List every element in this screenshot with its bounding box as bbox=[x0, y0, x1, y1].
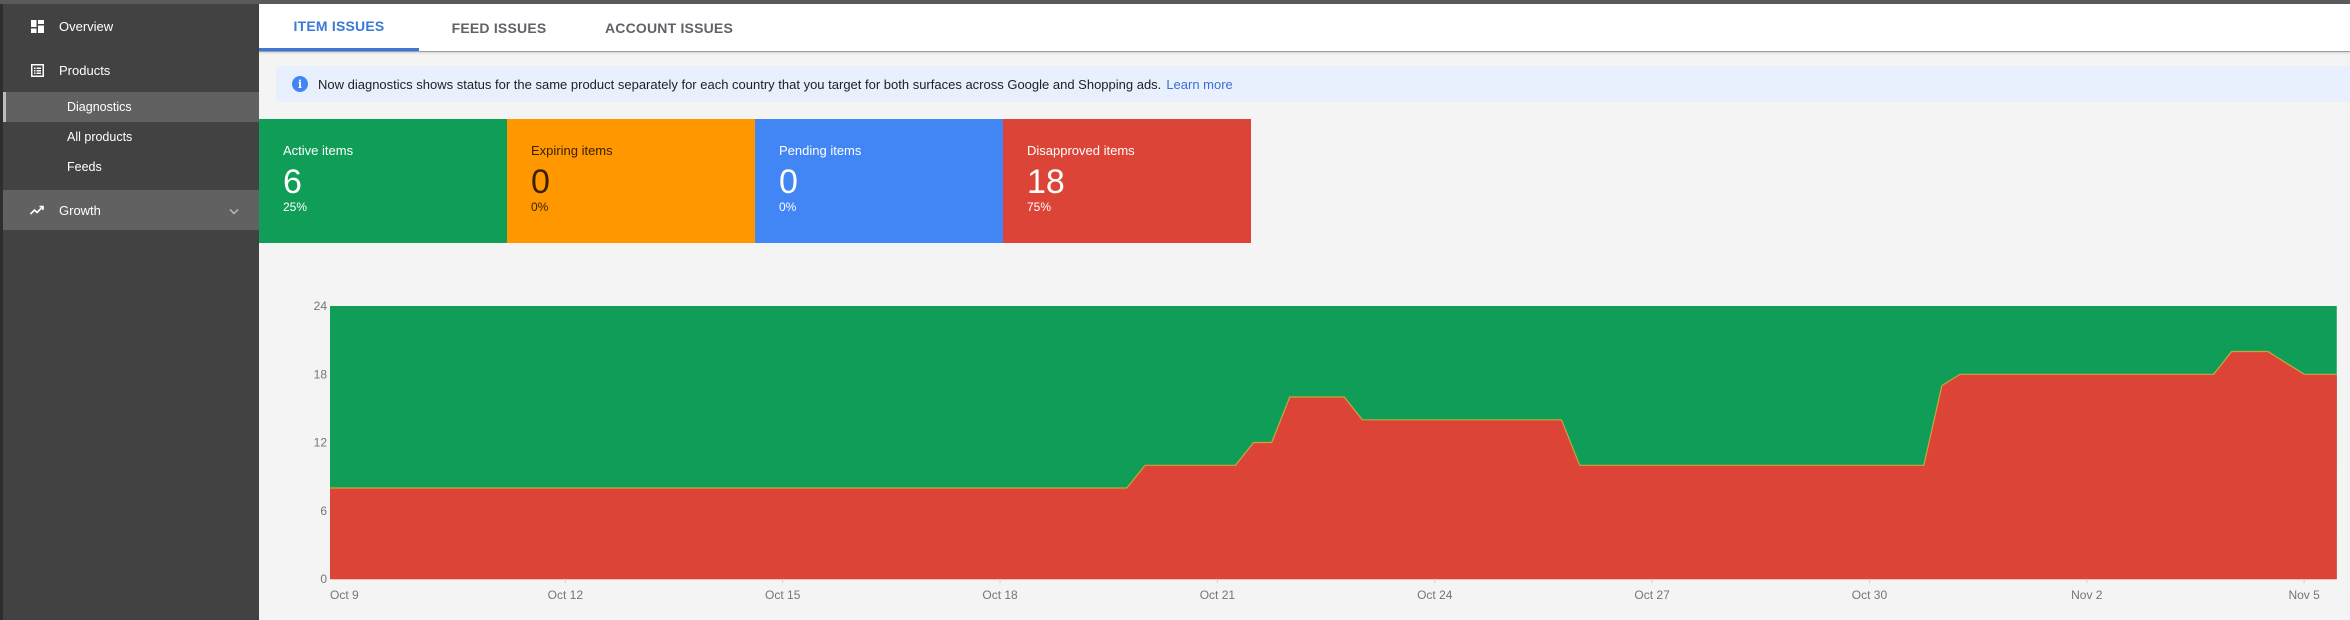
y-tick-label: 6 bbox=[320, 504, 327, 518]
sidebar-item-overview[interactable]: Overview bbox=[3, 4, 259, 48]
sidebar-item-label: Overview bbox=[59, 18, 114, 34]
sidebar-item-growth[interactable]: Growth bbox=[3, 190, 259, 230]
y-tick-label: 24 bbox=[314, 299, 328, 313]
tab-feed-issues[interactable]: FEED ISSUES bbox=[419, 4, 579, 51]
card-expiring-items[interactable]: Expiring items 0 0% bbox=[507, 119, 755, 243]
card-label: Expiring items bbox=[531, 143, 613, 158]
sidebar-subitem-diagnostics[interactable]: Diagnostics bbox=[3, 92, 259, 122]
card-label: Active items bbox=[283, 143, 354, 158]
main-content: ITEM ISSUES FEED ISSUES ACCOUNT ISSUES i… bbox=[259, 0, 2350, 620]
y-tick-label: 18 bbox=[314, 367, 328, 381]
dashboard-icon bbox=[29, 18, 45, 34]
window-top-border bbox=[0, 0, 2350, 4]
card-percent: 25% bbox=[283, 200, 308, 214]
x-tick-label: Oct 30 bbox=[1852, 588, 1888, 602]
trending-up-icon bbox=[29, 202, 45, 218]
card-value: 18 bbox=[1027, 163, 1065, 201]
info-banner: i Now diagnostics shows status for the s… bbox=[276, 66, 2350, 102]
y-tick-label: 0 bbox=[320, 572, 327, 586]
y-tick-label: 12 bbox=[314, 436, 328, 450]
x-tick-label: Oct 12 bbox=[548, 588, 584, 602]
card-value: 6 bbox=[283, 163, 302, 201]
x-tick-label: Nov 5 bbox=[2288, 588, 2320, 602]
x-tick-label: Oct 21 bbox=[1200, 588, 1236, 602]
x-tick-label: Oct 9 bbox=[330, 588, 359, 602]
card-percent: 0% bbox=[779, 200, 797, 214]
tab-account-issues[interactable]: ACCOUNT ISSUES bbox=[579, 4, 759, 51]
x-tick-label: Oct 15 bbox=[765, 588, 801, 602]
sidebar-subitem-label: Diagnostics bbox=[67, 100, 132, 114]
chart-svg: 0 6 12 18 24 Oct 9 Oct 12 Oct 15 Oct 18 Oct 21 Oct… bbox=[314, 299, 2337, 602]
card-value: 0 bbox=[779, 163, 798, 201]
sidebar-item-label: Growth bbox=[59, 202, 101, 218]
list-icon bbox=[29, 62, 45, 78]
sidebar-subitem-all-products[interactable]: All products bbox=[3, 122, 259, 152]
item-status-chart: 0 6 12 18 24 Oct 9 Oct 12 Oct 15 Oct 18 Oct 21 Oct… bbox=[259, 290, 2350, 620]
x-tick-label: Oct 24 bbox=[1417, 588, 1453, 602]
sidebar-subitem-label: All products bbox=[67, 130, 133, 144]
x-tick-label: Oct 18 bbox=[982, 588, 1018, 602]
chevron-down-icon[interactable] bbox=[229, 203, 239, 218]
sidebar-subitem-feeds[interactable]: Feeds bbox=[3, 152, 259, 182]
sidebar: Overview Products Diagnostics All produc… bbox=[0, 0, 259, 620]
card-active-items[interactable]: Active items 6 25% bbox=[259, 119, 507, 243]
card-label: Disapproved items bbox=[1027, 143, 1135, 158]
sidebar-subitem-label: Feeds bbox=[67, 160, 102, 174]
learn-more-link[interactable]: Learn more bbox=[1166, 77, 1232, 92]
card-label: Pending items bbox=[779, 143, 862, 158]
banner-text: Now diagnostics shows status for the sam… bbox=[318, 76, 1162, 92]
card-value: 0 bbox=[531, 163, 550, 201]
x-tick-label: Nov 2 bbox=[2071, 588, 2103, 602]
card-pending-items[interactable]: Pending items 0 0% bbox=[755, 119, 1003, 243]
tab-item-issues[interactable]: ITEM ISSUES bbox=[259, 4, 419, 51]
card-percent: 75% bbox=[1027, 200, 1052, 214]
card-percent: 0% bbox=[531, 200, 549, 214]
sidebar-item-label: Products bbox=[59, 62, 111, 78]
card-disapproved-items[interactable]: Disapproved items 18 75% bbox=[1003, 119, 1251, 243]
x-tick-label: Oct 27 bbox=[1634, 588, 1670, 602]
info-icon: i bbox=[292, 76, 308, 92]
status-cards: Active items 6 25% Expiring items 0 0% P… bbox=[259, 119, 1251, 243]
sidebar-item-products[interactable]: Products bbox=[3, 48, 259, 92]
tab-bar: ITEM ISSUES FEED ISSUES ACCOUNT ISSUES bbox=[259, 4, 2350, 52]
